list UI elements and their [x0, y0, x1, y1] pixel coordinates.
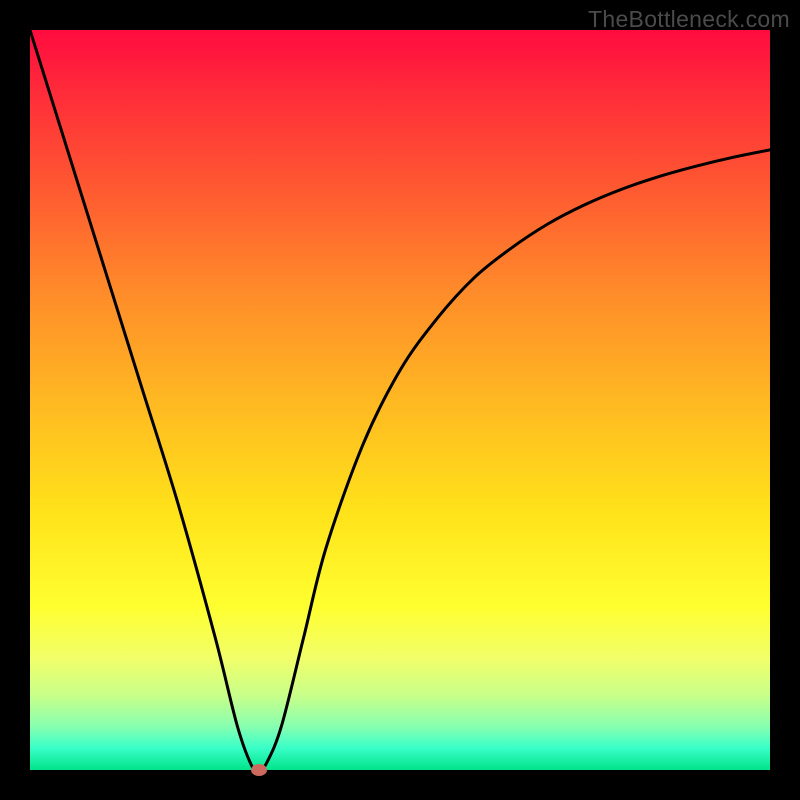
chart-frame: TheBottleneck.com	[0, 0, 800, 800]
minimum-marker	[251, 764, 267, 776]
watermark-text: TheBottleneck.com	[588, 6, 790, 33]
bottleneck-curve	[30, 30, 770, 770]
curve-svg	[30, 30, 770, 770]
plot-area	[30, 30, 770, 770]
